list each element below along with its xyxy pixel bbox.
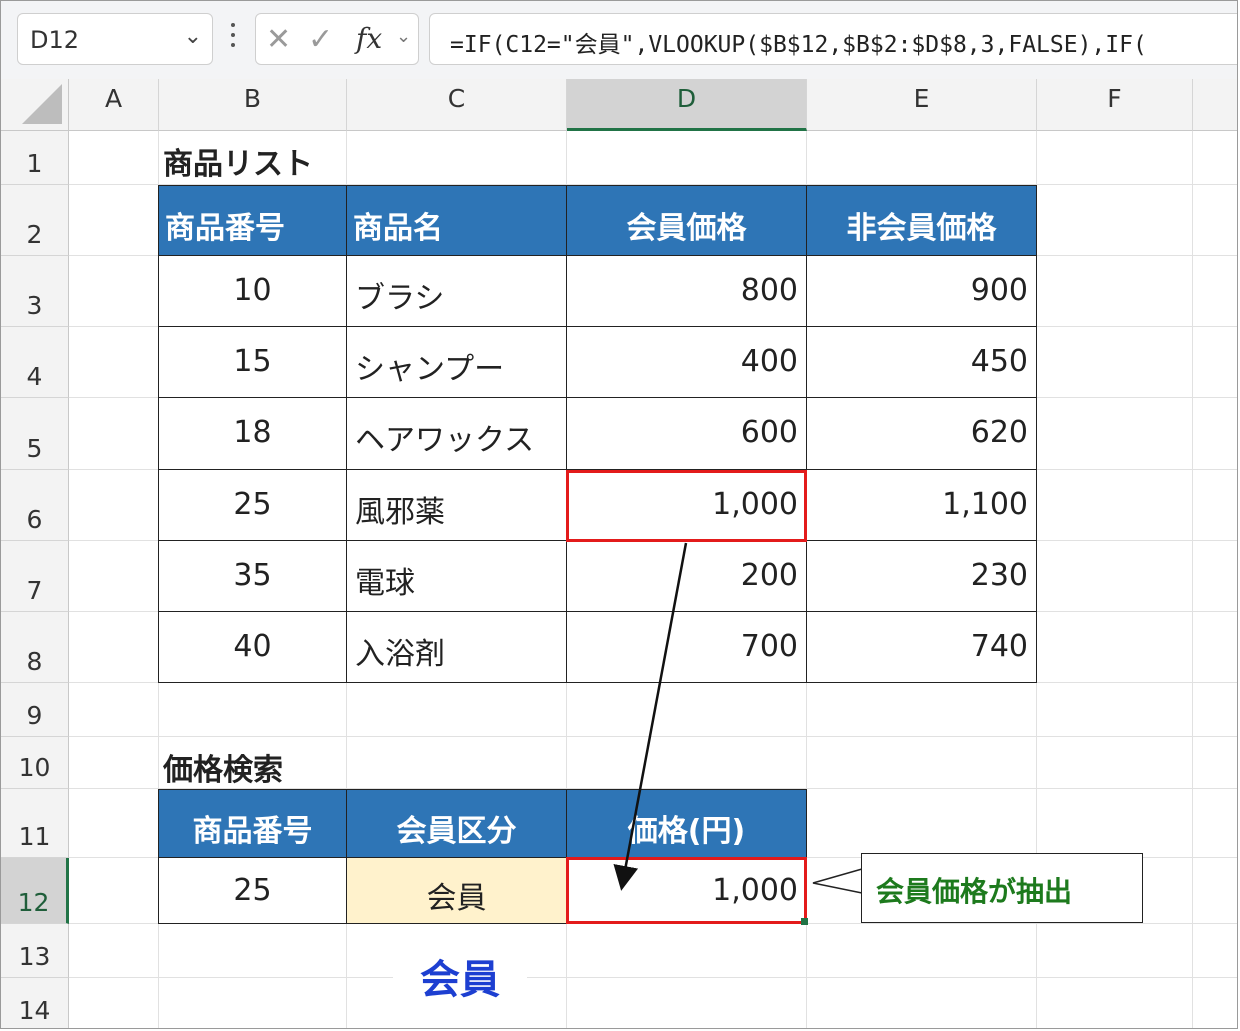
callout-box: 会員価格が抽出	[861, 853, 1143, 923]
callout-text: 会員価格が抽出	[876, 875, 1073, 908]
callout-tail	[812, 868, 863, 894]
spreadsheet-window: D12 ⌄ ✕ ✓ fx ⌄ =IF(C12="会員",VLOOKUP($B$1…	[0, 0, 1238, 1029]
member-label: 会員	[393, 947, 527, 1003]
lookup-arrow	[613, 542, 688, 891]
